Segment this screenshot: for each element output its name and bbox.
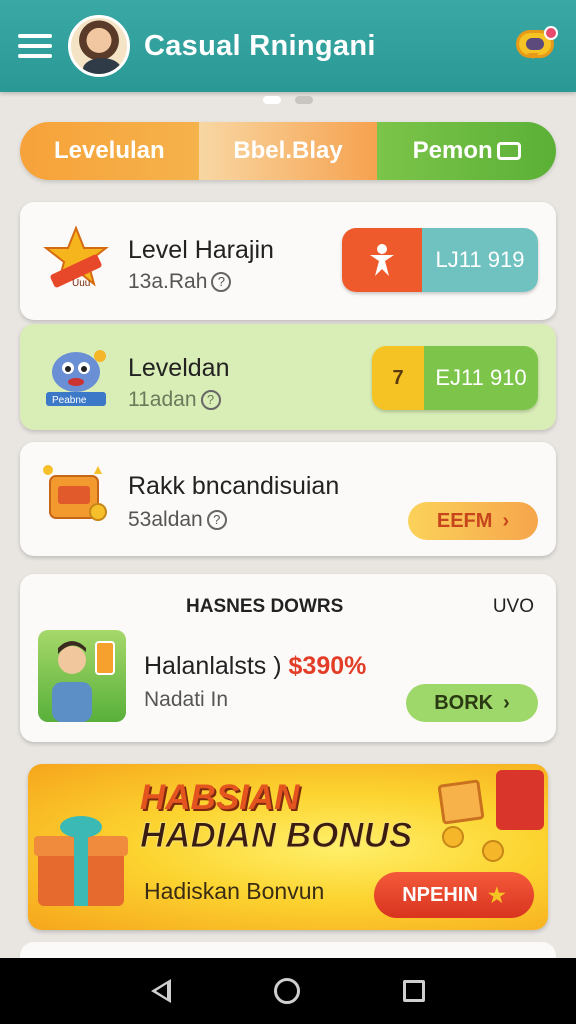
menu-icon[interactable] (18, 29, 52, 63)
home-icon[interactable] (273, 978, 300, 1004)
star-icon: ★ (487, 884, 506, 907)
card-subtitle-text: 11adan (128, 388, 197, 411)
offer-card[interactable]: HASNES DOWRS UVO Halanlalsts ) $390% Nad… (20, 574, 556, 742)
truck-icon (496, 770, 544, 830)
tab-levelulan[interactable]: Levelulan (20, 122, 199, 180)
chevron-right-icon: › (503, 691, 510, 714)
card-subtitle-text: 53aldan (128, 508, 203, 531)
person-phone-illustration (38, 630, 126, 722)
reward-card[interactable]: Rakk bncandisuian 53aldan? EEFM › (20, 442, 556, 556)
book-button-label: BORK (434, 691, 494, 714)
chevron-right-icon: › (502, 509, 510, 532)
gift-icon (34, 816, 128, 906)
banner-headline-2: HADIAN BONUS (139, 816, 413, 856)
offer-header: HASNES DOWRS (186, 596, 344, 617)
card-subtitle: 13a.Rah? (128, 270, 232, 294)
banner-cta-button[interactable]: NPEHIN ★ (374, 872, 534, 918)
tab-pemon[interactable]: Pemon (377, 122, 556, 180)
star-trophy-icon: Uuu (42, 224, 110, 292)
card-subtitle: 11adan? (128, 388, 221, 412)
level-card-2[interactable]: Peabne Leveldan 11adan? 7 EJ11 910 (20, 324, 556, 430)
treasure-box-icon (42, 460, 110, 528)
offer-subtitle: Nadati In (144, 688, 229, 711)
banner-cta-label: NPEHIN (402, 883, 478, 906)
person-icon (342, 228, 422, 292)
book-button[interactable]: BORK › (406, 684, 538, 722)
card-title: Level Harajin (128, 236, 274, 264)
card-subtitle-text: 13a.Rah (128, 270, 208, 293)
recent-apps-icon[interactable] (402, 980, 425, 1002)
monster-mascot-icon: Peabne (42, 342, 110, 410)
card-title: Rakk bncandisuian (128, 472, 340, 500)
level-badge-value: EJ11 910 (424, 346, 538, 410)
tab-label: Bbel.Blay (233, 137, 343, 164)
earn-button[interactable]: EEFM › (408, 502, 538, 540)
page-dot[interactable] (295, 96, 313, 104)
coin-icon (442, 826, 464, 848)
level-badge-value: LJ11 919 (422, 228, 538, 292)
banner-headline: HABSIAN (140, 778, 300, 817)
app-header: Casual Rningani (0, 0, 576, 92)
help-icon[interactable]: ? (200, 390, 221, 411)
ticket-icon (496, 142, 521, 160)
app-title: Casual Rningani (144, 29, 376, 62)
chat-icon[interactable] (514, 26, 558, 66)
help-icon[interactable]: ? (206, 510, 227, 531)
tab-bar: Levelulan Bbel.Blay Pemon (20, 122, 556, 180)
level-badge-rank: 7 (372, 346, 424, 410)
offer-title: Halanlalsts ) $390% (144, 652, 366, 681)
page-indicator (0, 96, 576, 104)
earn-button-label: EEFM (436, 509, 493, 532)
banner-subtitle: Hadiskan Bonvun (144, 878, 325, 904)
avatar[interactable] (68, 15, 130, 77)
tab-label: Levelulan (53, 137, 165, 164)
tab-bbel-blay[interactable]: Bbel.Blay (198, 122, 378, 180)
offer-header-right: UVO (492, 596, 534, 617)
card-subtitle: 53aldan? (128, 508, 227, 532)
system-nav-bar (0, 958, 576, 1024)
svg-text:Peabne: Peabne (52, 395, 87, 406)
tab-label: Pemon (412, 137, 493, 164)
level-badge[interactable]: 7 EJ11 910 (372, 346, 538, 410)
page-dot-active[interactable] (263, 96, 281, 104)
offer-highlight: $390% (288, 652, 367, 680)
card-title: Leveldan (128, 354, 230, 382)
svg-text:Uuu: Uuu (72, 278, 90, 289)
coin-icon (482, 840, 504, 862)
photo-card-icon (437, 779, 485, 825)
level-badge[interactable]: LJ11 919 (342, 228, 538, 292)
help-icon[interactable]: ? (211, 272, 232, 293)
back-icon[interactable] (151, 979, 172, 1003)
level-card-1[interactable]: Uuu Level Harajin 13a.Rah? LJ11 919 (20, 202, 556, 320)
offer-title-text: Halanlalsts ) (144, 652, 282, 680)
bonus-banner[interactable]: HABSIAN HADIAN BONUS Hadiskan Bonvun NPE… (28, 764, 548, 930)
